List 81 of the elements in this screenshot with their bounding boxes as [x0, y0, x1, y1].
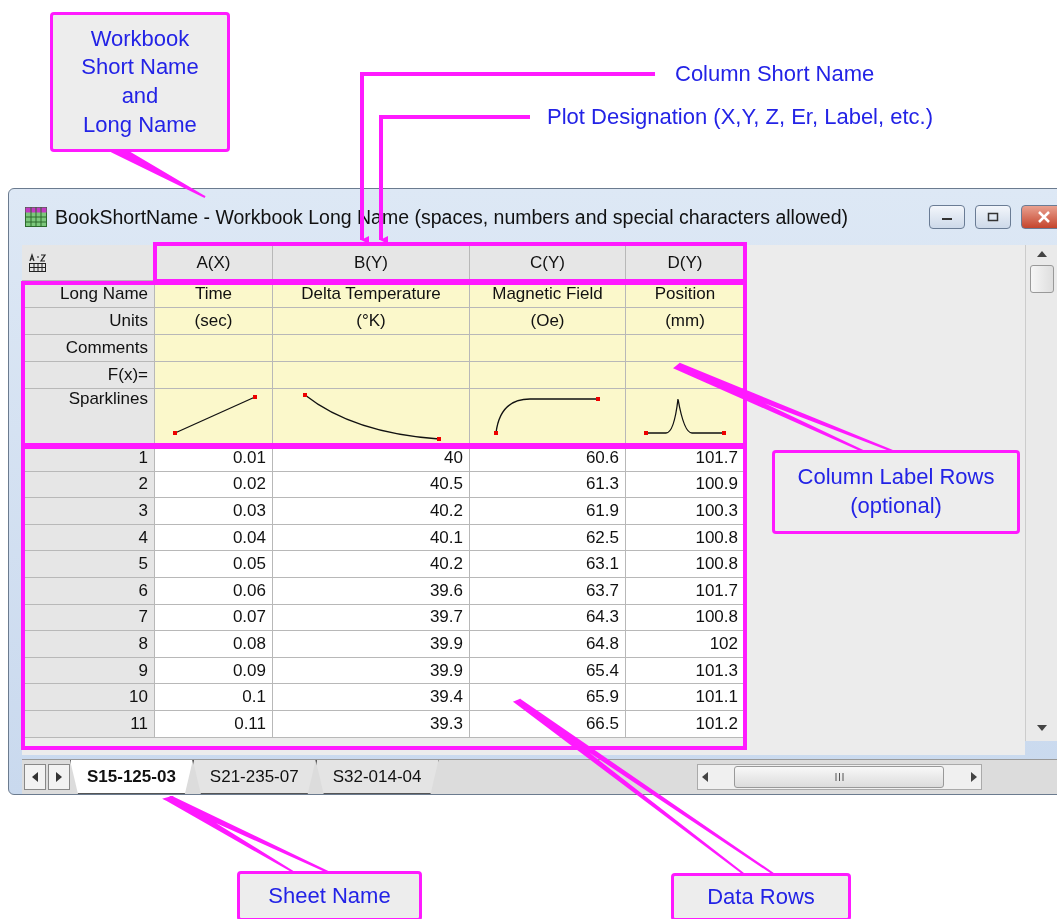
table-cell: 64.8 — [470, 631, 626, 658]
table-cell: 40.1 — [273, 524, 470, 552]
left-triangle-icon — [32, 772, 38, 782]
right-arrow-icon — [970, 772, 977, 782]
vertical-scrollbar[interactable] — [1025, 245, 1057, 741]
row-label: Comments — [22, 335, 155, 362]
table-cell: 0.08 — [155, 631, 273, 658]
table-cell: 100.8 — [626, 524, 745, 552]
label-cell: (mm) — [626, 308, 745, 335]
table-cell: 101.7 — [626, 577, 745, 605]
table-cell: 40.5 — [273, 471, 470, 499]
table-cell: 63.7 — [470, 577, 626, 605]
row-number: 10 — [22, 684, 155, 711]
table-cell: 0.04 — [155, 524, 273, 552]
table-cell: 100.8 — [626, 604, 745, 632]
sheet-tab[interactable]: S32-014-04 — [315, 760, 439, 794]
table-cell: 39.9 — [273, 657, 470, 685]
callout: Sheet Name — [237, 871, 422, 919]
table-cell: 0.03 — [155, 498, 273, 525]
callout: Workbook Short Name and Long Name — [50, 12, 230, 152]
table-cell: 100.3 — [626, 498, 745, 525]
down-arrow-icon — [1037, 725, 1047, 731]
row-label: Units — [22, 308, 155, 335]
table-cell: 101.3 — [626, 657, 745, 685]
grip-icon — [834, 773, 844, 781]
table-cell: 62.5 — [470, 524, 626, 552]
select-all-corner[interactable] — [22, 245, 155, 281]
table-cell: 0.1 — [155, 684, 273, 711]
table-cell: 0.07 — [155, 604, 273, 632]
up-arrow-icon — [1037, 251, 1047, 257]
table-cell: 61.9 — [470, 498, 626, 525]
annotation-label: Column Short Name — [675, 60, 875, 88]
table-cell: 40.2 — [273, 551, 470, 578]
scroll-thumb[interactable] — [1030, 265, 1054, 293]
right-triangle-icon — [56, 772, 62, 782]
previous-sheet-button[interactable] — [24, 764, 46, 790]
table-cell: 102 — [626, 631, 745, 658]
table-cell: 0.09 — [155, 657, 273, 685]
label-cell: (Oe) — [470, 308, 626, 335]
table-cell: 39.4 — [273, 684, 470, 711]
table-cell: 0.06 — [155, 577, 273, 605]
maximize-button[interactable] — [975, 205, 1011, 229]
maximize-icon — [987, 212, 999, 222]
annotation-label: Plot Designation (X,Y, Z, Er, Label, etc.) — [547, 103, 933, 131]
label-cell: (°K) — [273, 308, 470, 335]
left-arrow-icon — [701, 772, 708, 782]
table-cell: 100.8 — [626, 551, 745, 578]
table-cell: 40.2 — [273, 498, 470, 525]
scroll-thumb[interactable] — [734, 766, 945, 788]
table-cell: 39.9 — [273, 631, 470, 658]
table-cell: 39.3 — [273, 710, 470, 738]
label-cell: (sec) — [155, 308, 273, 335]
next-sheet-button[interactable] — [48, 764, 70, 790]
minimize-button[interactable] — [929, 205, 965, 229]
close-button[interactable] — [1021, 205, 1057, 229]
table-cell: 65.9 — [470, 684, 626, 711]
table-cell: 61.3 — [470, 471, 626, 499]
table-cell: 64.3 — [470, 604, 626, 632]
close-icon — [1037, 211, 1051, 223]
table-cell: 100.9 — [626, 471, 745, 499]
sheet-tab[interactable]: S15-125-03 — [70, 760, 193, 794]
row-label: Sparklines — [22, 389, 155, 445]
callout: Column Label Rows (optional) — [772, 450, 1020, 534]
table-cell: 0.11 — [155, 710, 273, 738]
row-number: 5 — [22, 551, 155, 578]
table-cell: 0.05 — [155, 551, 273, 578]
row-number: 8 — [22, 631, 155, 658]
table-cell: 39.7 — [273, 604, 470, 632]
table-cell: 63.1 — [470, 551, 626, 578]
callout: Data Rows — [671, 873, 851, 919]
row-label: F(x)= — [22, 362, 155, 389]
table-cell: 101.2 — [626, 710, 745, 738]
horizontal-scrollbar[interactable] — [696, 764, 982, 790]
table-cell: 39.6 — [273, 577, 470, 605]
sheet-tab[interactable]: S21-235-07 — [192, 760, 316, 794]
sort-grid-icon — [28, 252, 48, 273]
table-cell: 0.02 — [155, 471, 273, 499]
table-cell: 65.4 — [470, 657, 626, 685]
row-number: 3 — [22, 498, 155, 525]
table-cell: 101.1 — [626, 684, 745, 711]
grid-icon — [25, 207, 47, 227]
